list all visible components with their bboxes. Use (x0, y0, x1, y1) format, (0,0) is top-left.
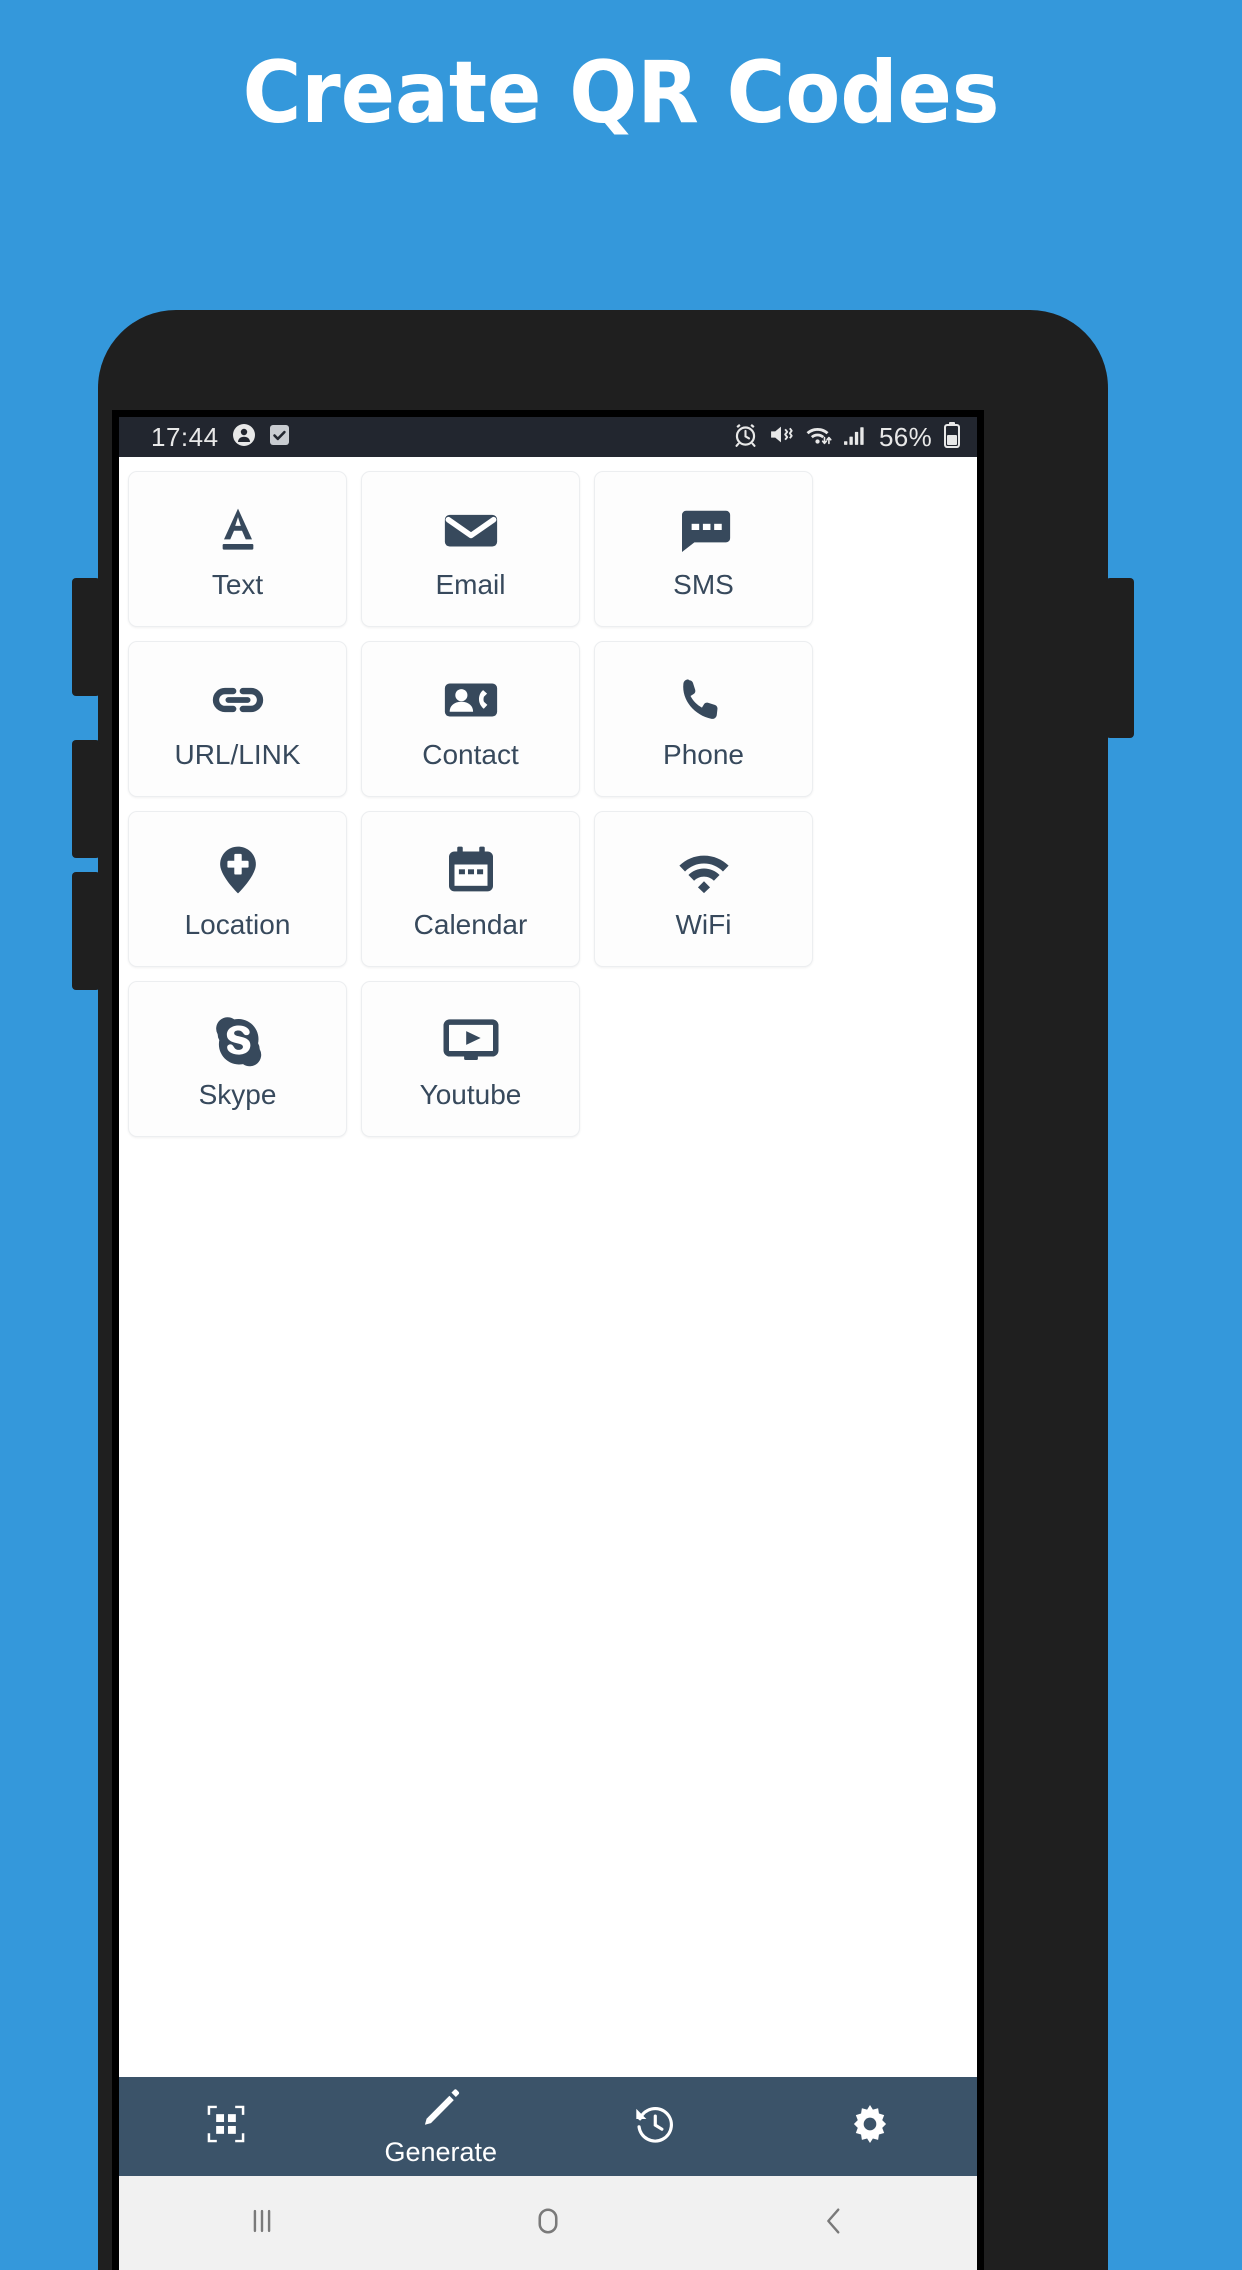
pencil-icon (419, 2086, 463, 2135)
recents-bars-icon (245, 2204, 279, 2243)
contact-card-icon (438, 667, 504, 733)
tile-contact[interactable]: Contact (361, 641, 580, 797)
tile-email[interactable]: Email (361, 471, 580, 627)
tile-label: Youtube (419, 1079, 522, 1110)
phone-screen: 17:44 56% Text Email SMS URL/LINK Contac… (112, 410, 984, 2270)
history-icon (632, 2101, 678, 2152)
phone-bixby-button (72, 872, 100, 990)
mute-vibrate-icon (769, 422, 794, 452)
tile-label: URL/LINK (174, 739, 301, 770)
tile-label: Contact (422, 739, 519, 770)
person-icon (232, 423, 256, 452)
nav-generate-label: Generate (384, 2136, 498, 2167)
map-pin-plus-icon (205, 837, 271, 903)
home-button[interactable] (405, 2203, 691, 2244)
speech-bubble-dots-icon (671, 497, 737, 563)
tile-url-link[interactable]: URL/LINK (128, 641, 347, 797)
phone-power-button (1106, 578, 1134, 738)
wifi-icon (671, 837, 737, 903)
wifi-transfer-icon (805, 422, 832, 452)
video-play-monitor-icon (438, 1007, 504, 1073)
tile-placeholder (594, 981, 813, 1135)
android-system-nav (119, 2176, 977, 2270)
alarm-icon (733, 422, 758, 452)
phone-handset-icon (671, 667, 737, 733)
battery-percent-label: 56% (879, 421, 932, 452)
tile-label: Location (184, 909, 291, 940)
recents-button[interactable] (119, 2204, 405, 2243)
home-circle-icon (530, 2203, 566, 2244)
tile-label: Calendar (413, 909, 528, 940)
nav-generate[interactable]: Generate (334, 2086, 549, 2168)
tile-label: Phone (663, 739, 744, 770)
tile-wifi[interactable]: WiFi (594, 811, 813, 967)
skype-icon (205, 1007, 271, 1073)
gear-icon (848, 2102, 892, 2151)
tile-youtube[interactable]: Youtube (361, 981, 580, 1137)
nav-history[interactable] (548, 2101, 763, 2152)
battery-icon (943, 421, 961, 453)
tile-label: SMS (673, 569, 734, 600)
phone-volume-up-button (72, 578, 100, 696)
tile-label: Text (211, 569, 264, 600)
status-bar-clock: 17:44 (151, 421, 219, 452)
tile-skype[interactable]: Skype (128, 981, 347, 1137)
envelope-icon (438, 497, 504, 563)
calendar-icon (438, 837, 504, 903)
tile-label: Email (435, 569, 506, 600)
nav-scan[interactable] (119, 2103, 334, 2150)
signal-bars-icon (843, 422, 868, 452)
tile-label: WiFi (675, 909, 732, 940)
app-bottom-nav: Generate (119, 2077, 977, 2176)
status-bar-right: 56% (733, 421, 961, 453)
phone-mockup-frame: 17:44 56% Text Email SMS URL/LINK Contac… (72, 310, 1134, 2270)
promo-headline: Create QR Codes (242, 42, 1000, 143)
tile-calendar[interactable]: Calendar (361, 811, 580, 967)
checkbox-checked-icon (269, 423, 290, 452)
tile-sms[interactable]: SMS (594, 471, 813, 627)
nav-settings[interactable] (763, 2102, 978, 2151)
tile-label: Skype (198, 1079, 277, 1110)
chain-link-icon (205, 667, 271, 733)
tile-phone[interactable]: Phone (594, 641, 813, 797)
status-bar: 17:44 56% (119, 417, 977, 457)
qr-scan-icon (205, 2103, 247, 2150)
tile-text[interactable]: Text (128, 471, 347, 627)
status-bar-left: 17:44 (151, 422, 290, 453)
app-content: Text Email SMS URL/LINK Contact Phone Lo… (119, 457, 977, 2270)
back-button[interactable] (691, 2204, 977, 2243)
qr-type-grid: Text Email SMS URL/LINK Contact Phone Lo… (119, 457, 977, 1137)
back-chevron-icon (817, 2204, 851, 2243)
text-a-underline-icon (206, 497, 270, 563)
phone-volume-down-button (72, 740, 100, 858)
tile-location[interactable]: Location (128, 811, 347, 967)
